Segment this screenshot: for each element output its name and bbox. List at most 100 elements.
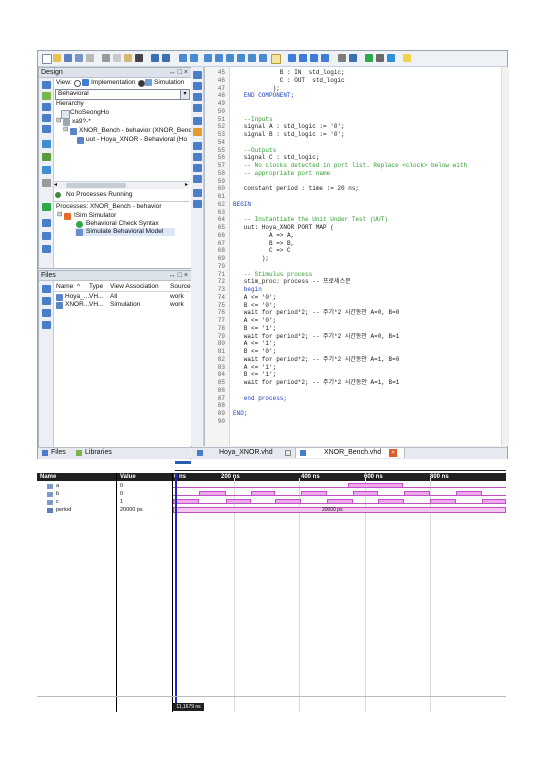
zoom-area-icon[interactable] [237, 54, 245, 62]
restart-icon[interactable] [387, 54, 395, 62]
code-line[interactable]: -- Instantiate the Unit Under Test (UUT) [233, 216, 388, 224]
design-tool-icon-7[interactable] [42, 153, 51, 161]
tab-libraries[interactable]: Libraries [85, 448, 112, 458]
scrollbar-thumb[interactable] [66, 183, 126, 188]
signal-row-period[interactable]: period 20000 ps [37, 506, 172, 514]
editor-tool-icon-5[interactable] [193, 117, 202, 125]
run-icon[interactable] [365, 54, 373, 62]
editor-tool-icon-9[interactable] [193, 164, 202, 172]
simulation-radio[interactable] [138, 80, 145, 87]
open-folder-icon[interactable] [53, 54, 61, 62]
files-tool-icon-2[interactable] [42, 297, 51, 305]
code-line[interactable]: signal A : std_logic := '0'; [233, 123, 345, 131]
tree-expand-icon-2[interactable]: ⊟ [63, 126, 68, 134]
save-icon[interactable] [64, 54, 72, 62]
code-line[interactable]: A <= '0'; [233, 294, 276, 302]
implementation-radio[interactable] [74, 80, 81, 87]
process-item-isim[interactable]: ISim Simulator [74, 212, 116, 220]
code-line[interactable]: stim_proc: process -- 프로세스문 [233, 278, 351, 286]
code-line[interactable]: -- appropriate port name [233, 170, 330, 178]
files-tool-icon-1[interactable] [42, 285, 51, 293]
code-line[interactable]: wait for period*2; -- 주기*2 시간동안 A=1, B=1 [233, 379, 400, 387]
col-type[interactable]: Type [89, 283, 103, 291]
code-line[interactable]: begin [233, 286, 262, 294]
code-line[interactable]: B <= '1'; [233, 325, 276, 333]
run-process-icon[interactable] [42, 203, 51, 211]
simulation-label[interactable]: Simulation [154, 79, 184, 87]
design-tool-icon-8[interactable] [42, 166, 51, 174]
process-tool-icon-2[interactable] [42, 232, 51, 240]
time-cursor[interactable] [175, 473, 177, 707]
find-next-icon[interactable] [190, 54, 198, 62]
code-line[interactable]: C => C [233, 247, 291, 255]
code-line[interactable]: -- No clocks detected in port list. Repl… [233, 162, 467, 170]
files-tool-icon-3[interactable] [42, 309, 51, 317]
code-line[interactable]: END COMPONENT; [233, 92, 294, 100]
files-panel-window-controls[interactable]: ↔ □ × [169, 271, 188, 280]
code-line[interactable]: A <= '1'; [233, 364, 276, 372]
hierarchy-scrollbar[interactable]: ◂ ▸ [54, 181, 190, 189]
copy-icon[interactable] [113, 54, 121, 62]
scroll-right-icon[interactable]: ▸ [185, 182, 188, 189]
files-tool-icon-4[interactable] [42, 321, 51, 329]
code-line[interactable]: B => B, [233, 240, 294, 248]
process-expand-icon[interactable]: ⊟ [57, 211, 62, 219]
editor-tool-icon-10[interactable] [193, 175, 202, 183]
code-line[interactable]: signal C : std_logic; [233, 154, 320, 162]
settings-icon[interactable] [338, 54, 346, 62]
editor-tool-icon-1[interactable] [193, 71, 202, 79]
process-item-check-syntax[interactable]: Behavioral Check Syntax [86, 220, 159, 228]
behavior-select[interactable]: Behavioral ▾ [55, 89, 190, 100]
cut-icon[interactable] [102, 54, 110, 62]
col-source[interactable]: Source [170, 283, 191, 291]
design-tool-icon-9[interactable] [42, 179, 51, 187]
code-line[interactable]: A <= '0'; [233, 317, 276, 325]
code-line[interactable]: B <= '1'; [233, 371, 276, 379]
tab-hoya-xnor[interactable]: Hoya_XNOR.vhd [219, 448, 273, 458]
signal-row-b[interactable]: b 0 [37, 490, 172, 498]
tab-xnor-bench[interactable]: XNOR_Bench.vhd [324, 448, 381, 458]
editor-tool-icon-11[interactable] [193, 189, 202, 197]
signal-row-a[interactable]: a 0 [37, 482, 172, 490]
zoom-out-icon[interactable] [215, 54, 223, 62]
col-view-association[interactable]: View Association [110, 283, 159, 291]
code-line[interactable]: ); [233, 255, 269, 263]
code-line[interactable]: wait for period*2; -- 주기*2 시간동안 A=1, B=0 [233, 356, 400, 364]
code-line[interactable]: B <= '0'; [233, 348, 276, 356]
editor-tool-icon-7[interactable] [193, 142, 202, 150]
print-icon[interactable] [86, 54, 94, 62]
sigma-icon[interactable] [376, 54, 384, 62]
paste-icon[interactable] [124, 54, 132, 62]
code-line[interactable]: A => A, [233, 232, 294, 240]
find-icon[interactable] [179, 54, 187, 62]
design-tool-icon-6[interactable] [42, 140, 51, 148]
redo-icon[interactable] [162, 54, 170, 62]
code-line[interactable]: END; [233, 410, 247, 418]
design-tool-icon-5[interactable] [42, 125, 51, 133]
signal-row-c[interactable]: c 1 [37, 498, 172, 506]
pan-icon[interactable] [259, 54, 267, 62]
editor-scrollbar[interactable] [501, 67, 509, 446]
design-tool-icon-1[interactable] [42, 81, 51, 89]
editor-tool-icon-12[interactable] [193, 200, 202, 208]
tile-layout-icon[interactable] [310, 54, 318, 62]
editor-tool-icon-8[interactable] [193, 153, 202, 161]
tree-item-xnor-bench[interactable]: XNOR_Bench - behavior (XNOR_Bench. [79, 127, 197, 135]
table-row[interactable]: Hoya_... VH... All work [54, 293, 190, 301]
select-icon[interactable] [248, 54, 256, 62]
editor-tool-icon-6[interactable] [193, 128, 202, 136]
tree-expand-icon[interactable]: ⊟ [56, 117, 61, 125]
code-line[interactable]: wait for period*2; -- 주기*2 시간동안 A=0, B=0 [233, 309, 400, 317]
code-line[interactable]: ); [233, 85, 280, 93]
tree-item-uut[interactable]: uut - Hoya_XNOR - Behavioral (Ho [86, 136, 187, 144]
code-line[interactable]: signal B : std_logic := '0'; [233, 131, 345, 139]
sort-up-icon[interactable]: ^ [77, 283, 80, 291]
panel-layout-icon[interactable] [288, 54, 296, 62]
editor-tool-icon-3[interactable] [193, 93, 202, 101]
zoom-fit-icon[interactable] [226, 54, 234, 62]
editor-tool-icon-2[interactable] [193, 82, 202, 90]
code-line[interactable]: --Outputs [233, 147, 276, 155]
tab-close-icon[interactable] [285, 450, 291, 456]
code-editor[interactable]: 45 46 47 48 49 50 51 52 53 54 55 56 57 58 59 60 61 62 63 64… [204, 67, 509, 446]
code-line[interactable]: uut: Hoya_XNOR PORT MAP ( [233, 224, 334, 232]
